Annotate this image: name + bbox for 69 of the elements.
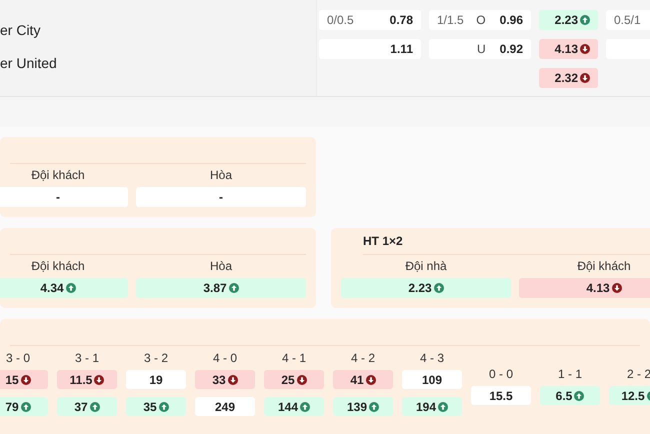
odds-button[interactable]: 12.5 xyxy=(609,386,650,405)
score-label: 4 - 1 xyxy=(282,350,306,367)
odds-button[interactable]: 15.5 xyxy=(471,386,531,405)
down-arrow-icon xyxy=(20,374,31,384)
odds-button[interactable]: 33 xyxy=(195,370,255,389)
score-label: 3 - 1 xyxy=(74,350,99,367)
odds-button[interactable]: - xyxy=(136,187,306,207)
odds-button[interactable]: 4.13 xyxy=(519,278,650,298)
score-label: 0 - 0 xyxy=(488,366,513,383)
up-arrow-icon xyxy=(580,15,590,25)
score-label: 2 - 2 xyxy=(626,366,650,383)
odds-button[interactable]: 109 xyxy=(402,370,462,389)
odds-button[interactable]: 139 xyxy=(333,397,393,416)
odds-button[interactable]: 19 xyxy=(126,370,186,389)
down-arrow-icon xyxy=(228,374,238,384)
option-label: Hòa xyxy=(210,167,232,184)
odds-button[interactable]: 25 xyxy=(264,370,324,389)
up-arrow-icon xyxy=(158,402,169,412)
score-label: 3 - 2 xyxy=(144,350,168,367)
market-title: HT 1×2 xyxy=(363,233,403,250)
score-label: 4 - 0 xyxy=(212,350,237,367)
team-name: er United xyxy=(0,54,58,73)
odds-button[interactable]: 37 xyxy=(57,397,117,416)
down-arrow-icon xyxy=(94,374,104,384)
up-arrow-icon xyxy=(434,283,444,293)
odds-button[interactable]: 4.34 xyxy=(0,278,128,298)
option-label: Hòa xyxy=(210,258,232,275)
score-label: 1 - 1 xyxy=(558,366,582,383)
odds-button[interactable]: 1.11 xyxy=(319,39,421,59)
odds-button[interactable]: 35 xyxy=(126,397,186,416)
score-label: 4 - 3 xyxy=(420,350,444,367)
odds-button[interactable]: 3.87 xyxy=(136,278,306,298)
up-arrow-icon xyxy=(300,402,310,412)
down-arrow-icon xyxy=(366,374,376,384)
odds-button[interactable]: 6.5 xyxy=(540,386,600,405)
odds-button[interactable]: 2.23 xyxy=(539,10,598,30)
down-arrow-icon xyxy=(612,283,622,293)
odds-button[interactable]: 4.13 xyxy=(539,39,598,59)
up-arrow-icon xyxy=(228,283,239,293)
odds-button[interactable]: - xyxy=(0,187,128,207)
score-label: 3 - 0 xyxy=(6,350,30,367)
down-arrow-icon xyxy=(580,44,590,54)
up-arrow-icon xyxy=(20,402,31,412)
down-arrow-icon xyxy=(580,73,590,83)
up-arrow-icon xyxy=(90,402,100,412)
odds-button[interactable]: 0/0.5 0.78 xyxy=(319,10,421,30)
score-label: 4 - 2 xyxy=(350,350,375,367)
team-name: er City xyxy=(0,21,42,40)
odds-button[interactable]: 0.5/1 xyxy=(606,10,650,30)
odds-button[interactable]: 15 xyxy=(0,370,48,389)
option-label: Đội khách xyxy=(31,258,85,275)
option-label: Đội khách xyxy=(577,258,631,275)
up-arrow-icon xyxy=(438,402,448,412)
odds-button[interactable]: 11.5 xyxy=(57,370,117,389)
odds-button[interactable]: 41 xyxy=(333,370,393,389)
odds-button[interactable]: 2.32 xyxy=(539,68,598,88)
option-label: Đội nhà xyxy=(405,258,447,275)
up-arrow-icon xyxy=(66,283,76,293)
up-arrow-icon xyxy=(574,390,584,400)
odds-button[interactable]: 249 xyxy=(195,397,255,416)
odds-button[interactable]: 194 xyxy=(402,397,462,416)
odds-button[interactable]: 2.23 xyxy=(341,278,511,298)
odds-button[interactable]: 144 xyxy=(264,397,324,416)
down-arrow-icon xyxy=(296,374,307,384)
option-label: Đội khách xyxy=(31,167,85,184)
odds-button[interactable]: 1/1.5 O 0.96 xyxy=(429,10,531,30)
odds-button[interactable]: 79 xyxy=(0,397,48,416)
odds-button[interactable]: U 0.92 xyxy=(429,39,531,59)
up-arrow-icon xyxy=(369,402,380,412)
